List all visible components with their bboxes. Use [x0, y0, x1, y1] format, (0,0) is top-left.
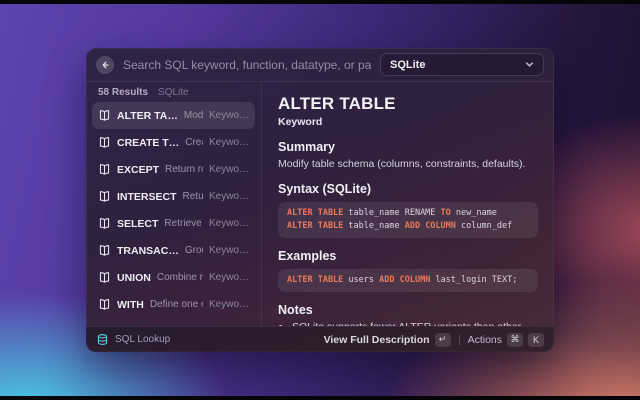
footer-app[interactable]: SQL Lookup: [96, 333, 170, 346]
list-item-title: UNION: [117, 272, 151, 284]
book-icon: [98, 217, 111, 230]
list-item-subtitle: Retrieve colu…: [164, 218, 203, 229]
list-item[interactable]: EXCEPT Return rows f… Keywo…: [92, 156, 255, 183]
engine-dropdown-value: SQLite: [390, 59, 525, 71]
window-body: 58 Results SQLite ALTER TA… Modify ta… K…: [86, 82, 554, 326]
k-key-badge: K: [528, 333, 544, 347]
results-sidebar: 58 Results SQLite ALTER TA… Modify ta… K…: [86, 82, 262, 326]
notes-heading: Notes: [278, 303, 538, 318]
list-item-title: TRANSAC…: [117, 245, 179, 257]
summary-heading: Summary: [278, 140, 538, 155]
view-full-description-button[interactable]: View Full Description ↵: [324, 333, 451, 347]
list-item[interactable]: SELECT Retrieve colu… Keywo…: [92, 210, 255, 237]
letterbox-top: [0, 0, 640, 4]
list-item-title: SELECT: [117, 218, 158, 230]
summary-text: Modify table schema (columns, constraint…: [278, 158, 538, 171]
footer-separator: [459, 335, 460, 345]
list-item-subtitle: Return ro…: [183, 191, 203, 202]
list-item-tag: Keywo…: [209, 218, 249, 229]
results-header: 58 Results SQLite: [86, 82, 261, 102]
letterbox-bottom: [0, 396, 640, 400]
detail-type-label: Keyword: [278, 116, 538, 129]
list-item-title: EXCEPT: [117, 164, 159, 176]
list-item[interactable]: CREATE T… Create a… Keywo…: [92, 129, 255, 156]
list-item-subtitle: Modify ta…: [184, 110, 203, 121]
list-item-subtitle: Define one or m…: [150, 299, 203, 310]
back-button[interactable]: [96, 56, 114, 74]
footer-app-name: SQL Lookup: [115, 334, 170, 345]
results-scope: SQLite: [158, 87, 189, 98]
chevron-down-icon: [525, 60, 534, 69]
examples-code-block: ALTER TABLE users ADD COLUMN last_login …: [278, 269, 538, 292]
list-item-title: CREATE T…: [117, 137, 179, 149]
results-list: ALTER TA… Modify ta… Keywo… CREATE T… Cr…: [86, 102, 261, 326]
book-icon: [98, 244, 111, 257]
syntax-code-block: ALTER TABLE table_name RENAME TO new_nam…: [278, 202, 538, 238]
book-icon: [98, 298, 111, 311]
arrow-left-icon: [100, 60, 110, 70]
examples-heading: Examples: [278, 249, 538, 264]
code-line: ALTER TABLE users ADD COLUMN last_login …: [287, 274, 529, 287]
list-item-tag: Keywo…: [209, 110, 249, 121]
list-item-tag: Keywo…: [209, 137, 249, 148]
list-item-subtitle: Return rows f…: [165, 164, 203, 175]
list-item-tag: Keywo…: [209, 164, 249, 175]
syntax-heading: Syntax (SQLite): [278, 182, 538, 197]
list-item-title: ALTER TA…: [117, 110, 178, 122]
code-line: ALTER TABLE table_name RENAME TO new_nam…: [287, 207, 529, 220]
actions-label: Actions: [468, 334, 502, 346]
list-item-tag: Keywo…: [209, 272, 249, 283]
list-item-subtitle: Group st…: [185, 245, 203, 256]
search-header: SQLite: [86, 48, 554, 82]
list-item[interactable]: TRANSAC… Group st… Keywo…: [92, 237, 255, 264]
detail-title: ALTER TABLE: [278, 94, 538, 114]
list-item-subtitle: Combine resul…: [157, 272, 203, 283]
sql-lookup-window: SQLite 58 Results SQLite ALTER TA… Modif…: [86, 48, 554, 352]
code-line: ALTER TABLE table_name ADD COLUMN column…: [287, 220, 529, 233]
list-item-tag: Keywo…: [209, 191, 249, 202]
list-item[interactable]: INTERSECT Return ro… Keywo…: [92, 183, 255, 210]
results-count: 58 Results: [98, 87, 148, 98]
command-key-badge: ⌘: [507, 333, 523, 347]
database-icon: [96, 333, 109, 346]
list-item-title: WITH: [117, 299, 144, 311]
list-item[interactable]: WITH REC… Build rec… Keywo…: [92, 318, 255, 326]
book-icon: [98, 136, 111, 149]
list-item[interactable]: WITH Define one or m… Keywo…: [92, 291, 255, 318]
book-icon: [98, 271, 111, 284]
book-icon: [98, 163, 111, 176]
engine-dropdown[interactable]: SQLite: [380, 53, 544, 76]
list-item-tag: Keywo…: [209, 299, 249, 310]
list-item[interactable]: UNION Combine resul… Keywo…: [92, 264, 255, 291]
view-full-description-label: View Full Description: [324, 334, 430, 346]
list-item-tag: Keywo…: [209, 245, 249, 256]
return-key-badge: ↵: [435, 333, 451, 347]
list-item[interactable]: ALTER TA… Modify ta… Keywo…: [92, 102, 255, 129]
book-icon: [98, 109, 111, 122]
list-item-subtitle: Create a…: [185, 137, 203, 148]
detail-panel: ALTER TABLE Keyword Summary Modify table…: [262, 82, 554, 326]
footer-bar: SQL Lookup View Full Description ↵ Actio…: [86, 326, 554, 352]
actions-button[interactable]: Actions ⌘ K: [468, 333, 544, 347]
book-icon: [98, 190, 111, 203]
list-item-title: INTERSECT: [117, 191, 177, 203]
search-input[interactable]: [123, 58, 371, 72]
